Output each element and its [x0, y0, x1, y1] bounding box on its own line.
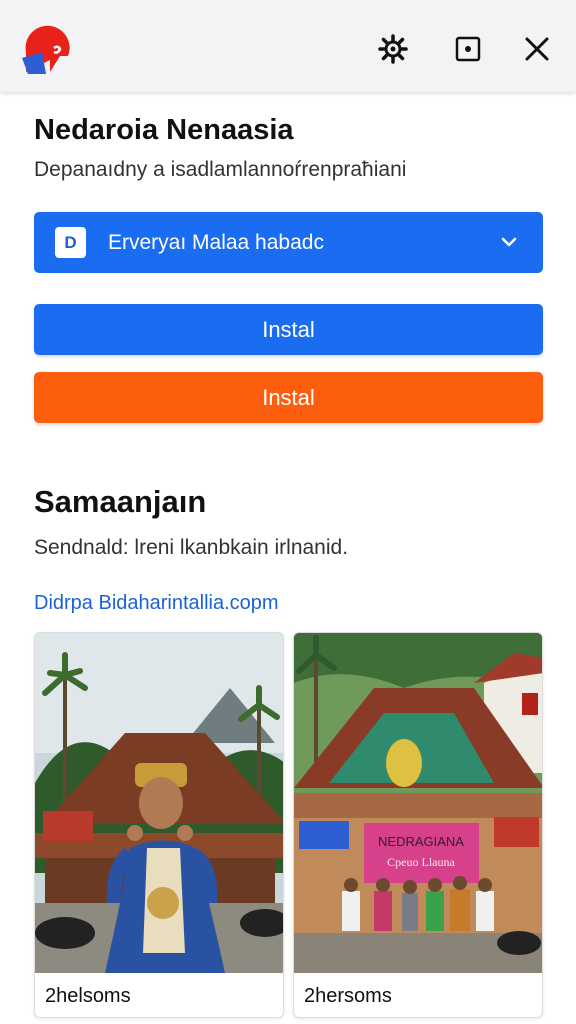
costume-photo	[35, 633, 283, 973]
install-button-secondary[interactable]: Instal	[34, 372, 543, 423]
card-label: 2helsoms	[45, 985, 131, 1007]
close-icon[interactable]	[522, 34, 552, 64]
chevron-down-icon	[501, 237, 517, 247]
section2-subtitle: Sendnald: lreni lkanbkain irlnanid.	[34, 536, 349, 559]
square-frame-icon[interactable]	[453, 34, 483, 64]
photo-card-house[interactable]: NEDRAGIANA Cpeuo Llauna 2hersoms	[293, 632, 543, 1018]
house-photo: NEDRAGIANA Cpeuo Llauna	[294, 633, 542, 973]
section2-title: Samaanjaın	[34, 484, 207, 519]
gear-icon[interactable]	[378, 34, 408, 64]
top-bar	[0, 0, 576, 92]
banner-line2: Cpeuo Llauna	[387, 855, 455, 869]
option-select[interactable]: D Erveryaı Malaa habadc	[34, 212, 543, 273]
section-subtitle: Depanaıdny a isadlamlannoŕrenpraħiani	[34, 158, 407, 181]
banner-line1: NEDRAGIANA	[378, 834, 464, 849]
photo-card-costume[interactable]: 2helsoms	[34, 632, 284, 1018]
app-logo-icon[interactable]	[20, 22, 74, 76]
website-link[interactable]: Didrpa Bidaharintallia.copm	[34, 592, 279, 615]
select-badge: D	[55, 227, 86, 258]
select-value: Erveryaı Malaa habadc	[108, 230, 324, 254]
install-button-primary[interactable]: Instal	[34, 304, 543, 355]
card-label: 2hersoms	[304, 985, 392, 1007]
section-title: Nedaroia Nenaasia	[34, 114, 294, 146]
